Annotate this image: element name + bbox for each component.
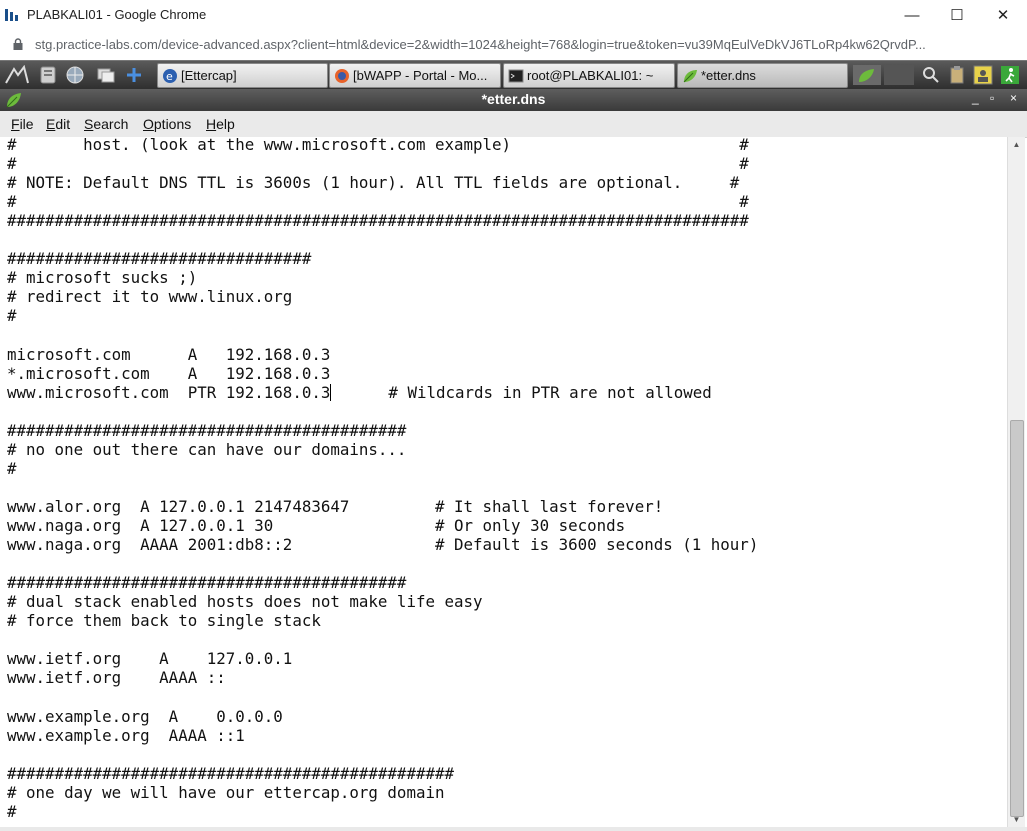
editor-line: microsoft.com A 192.168.0.3	[7, 344, 331, 364]
menu-options[interactable]: Options	[143, 116, 191, 132]
clipboard-icon[interactable]	[947, 65, 967, 85]
editor-line: # host. (look at the www.microsoft.com e…	[7, 137, 749, 154]
scrollbar-thumb[interactable]	[1010, 420, 1024, 817]
task-label: root@PLABKALI01: ~	[527, 68, 654, 83]
logout-icon[interactable]	[1000, 65, 1020, 85]
editor-line: # one day we will have our ettercap.org …	[7, 782, 445, 802]
editor-line: www.alor.org A 127.0.0.1 2147483647 # It…	[7, 496, 664, 516]
editor-line: ################################	[7, 249, 312, 269]
editor-line: ########################################…	[7, 573, 407, 593]
editor-line: #	[7, 458, 17, 478]
menu-file[interactable]: File	[11, 116, 34, 132]
editor-line: # force them back to single stack	[7, 611, 321, 631]
lock-icon	[13, 38, 23, 50]
task-leafpad[interactable]: *etter.dns	[677, 63, 848, 88]
close-button[interactable]: ✕	[980, 3, 1026, 27]
editor-line: *.microsoft.com A 192.168.0.3	[7, 363, 331, 383]
editor-line: #	[7, 801, 17, 821]
editor-line: www.example.org A 0.0.0.0	[7, 706, 283, 726]
add-launcher-icon[interactable]	[124, 65, 144, 85]
menu-bar: File Edit Search Options Help	[0, 111, 1027, 138]
search-icon[interactable]	[921, 65, 941, 85]
editor-line: www.ietf.org AAAA ::	[7, 668, 226, 688]
editor-line: www.naga.org AAAA 2001:db8::2 # Default …	[7, 535, 759, 555]
firefox-icon	[335, 68, 349, 83]
task-ettercap[interactable]: e [Ettercap]	[157, 63, 328, 88]
close-icon: ✕	[996, 7, 1010, 24]
task-terminal[interactable]: root@PLABKALI01: ~	[503, 63, 675, 88]
browser-title-bar: PLABKALI01 - Google Chrome — ☐ ✕	[0, 0, 1027, 32]
user-icon[interactable]	[973, 65, 993, 85]
leafpad-tray-icon[interactable]	[853, 65, 881, 85]
menu-search[interactable]: Search	[84, 116, 128, 132]
editor-close-button[interactable]: ×	[1010, 91, 1017, 105]
task-label: *etter.dns	[701, 68, 756, 83]
leafpad-icon	[683, 69, 697, 82]
editor-line: # dual stack enabled hosts does not make…	[7, 592, 483, 612]
task-label: [bWAPP - Portal - Mo...	[353, 68, 488, 83]
maximize-button[interactable]: ☐	[934, 3, 980, 27]
terminal-icon	[508, 69, 524, 82]
editor-window-title: *etter.dns	[481, 91, 546, 107]
editor-line: # no one out there can have our domains.…	[7, 439, 407, 459]
editor-line: www.microsoft.com PTR 192.168.0.3 # Wild…	[7, 382, 712, 402]
editor-line: # #	[7, 154, 749, 174]
address-bar[interactable]: stg.practice-labs.com/device-advanced.as…	[0, 31, 1027, 59]
window-bottom-border	[0, 827, 1027, 831]
task-firefox[interactable]: [bWAPP - Portal - Mo...	[329, 63, 501, 88]
maximize-icon: ☐	[950, 7, 964, 24]
url-text[interactable]: stg.practice-labs.com/device-advanced.as…	[35, 37, 1010, 52]
editor-line: www.ietf.org A 127.0.0.1	[7, 649, 293, 669]
workspace-switcher[interactable]	[884, 65, 914, 85]
editor-line: #	[7, 306, 17, 326]
editor-line: # #	[7, 192, 749, 212]
editor-line: ########################################…	[7, 211, 749, 231]
show-desktop-icon[interactable]	[96, 65, 116, 85]
svg-text:e: e	[166, 70, 173, 83]
vertical-scrollbar[interactable]: ▲ ▼	[1007, 137, 1025, 827]
editor-line: # microsoft sucks ;)	[7, 268, 198, 288]
editor-line: # NOTE: Default DNS TTL is 3600s (1 hour…	[7, 173, 740, 193]
editor-title-bar: *etter.dns _ ▫ ×	[0, 89, 1027, 111]
kali-menu-icon[interactable]	[4, 65, 30, 85]
menu-help[interactable]: Help	[206, 116, 235, 132]
text-editor-area[interactable]: # host. (look at the www.microsoft.com e…	[0, 137, 1007, 827]
editor-maximize-button[interactable]: ▫	[990, 91, 994, 105]
editor-line: ########################################…	[7, 763, 454, 783]
web-browser-icon[interactable]	[65, 65, 85, 85]
browser-window-title: PLABKALI01 - Google Chrome	[27, 7, 207, 22]
editor-minimize-button[interactable]: _	[972, 91, 979, 105]
ettercap-icon: e	[163, 68, 177, 83]
editor-line: # redirect it to www.linux.org	[7, 287, 293, 307]
scroll-up-arrow-icon[interactable]: ▲	[1008, 137, 1025, 152]
task-label: [Ettercap]	[181, 68, 237, 83]
files-icon[interactable]	[38, 65, 58, 85]
remote-desktop-icon	[5, 9, 18, 21]
editor-line: www.naga.org A 127.0.0.1 30 # Or only 30…	[7, 516, 626, 535]
editor-line: www.example.org AAAA ::1	[7, 725, 245, 745]
menu-edit[interactable]: Edit	[46, 116, 70, 132]
editor-line: ########################################…	[7, 420, 407, 440]
scroll-down-arrow-icon[interactable]: ▼	[1008, 812, 1025, 827]
ptr-comment: # Wildcards in PTR are not allowed	[331, 382, 712, 402]
desktop-taskbar: e [Ettercap] [bWAPP - Portal - Mo... roo…	[0, 60, 1027, 89]
minimize-icon: —	[904, 6, 920, 24]
minimize-button[interactable]: —	[889, 3, 935, 27]
